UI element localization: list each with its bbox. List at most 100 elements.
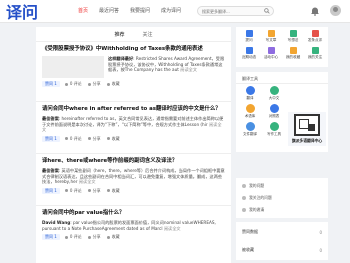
comment-icon	[64, 82, 68, 86]
share-button[interactable]: 分享	[87, 136, 101, 142]
nav-home[interactable]: 首页	[78, 7, 88, 14]
invite-icon	[242, 208, 246, 212]
bell-icon[interactable]	[310, 6, 320, 16]
feed-item-title[interactable]: 译here、there或where等作前缀的副词含义及译法？	[42, 158, 225, 165]
link-label: 我的邀请	[249, 207, 265, 212]
avatar[interactable]	[330, 5, 341, 16]
feed-item-actions: 赞同 1 0 评论 分享 收藏	[42, 133, 225, 145]
star-icon	[106, 137, 110, 141]
read-more-link[interactable]: 阅读全文	[180, 67, 197, 72]
tool-file-translate[interactable]: 文件翻译	[238, 122, 262, 137]
qr-title: 旗派多语翻译中心	[291, 138, 323, 143]
quick-favorites[interactable]: 我的收藏	[282, 47, 304, 64]
read-more-link[interactable]: 阅读全文	[79, 179, 96, 184]
tool-label: 写作工具	[267, 132, 281, 136]
upvote-button[interactable]: 赞同 1	[42, 135, 60, 142]
tab-follow[interactable]: 关注	[143, 31, 153, 41]
logo[interactable]: 译问	[5, 1, 41, 22]
share-icon	[87, 235, 91, 239]
upvote-button[interactable]: 赞同 1	[42, 234, 60, 241]
nav-join[interactable]: 成为译问	[161, 7, 181, 14]
qr-panel: 旗派多语翻译中心	[288, 112, 326, 146]
favorite-label: 收藏	[111, 135, 120, 141]
quick-label: 活动中心	[263, 55, 279, 59]
favorite-button[interactable]: 收藏	[106, 81, 120, 87]
quick-ask[interactable]: 提问	[238, 30, 260, 47]
stat-saved: 被收藏 0	[236, 240, 328, 260]
comment-button[interactable]: 0 评论	[64, 136, 82, 142]
quick-events[interactable]: 活动中心	[260, 47, 282, 64]
favorite-label: 收藏	[111, 81, 120, 86]
share-label: 分享	[92, 187, 101, 193]
share-label: 分享	[92, 234, 101, 240]
tool-chinese[interactable]: 大中文	[262, 86, 286, 101]
link-label: 我关注的问题	[249, 195, 272, 200]
nav-recent[interactable]: 最近问答	[99, 7, 119, 14]
feed-item-author[interactable]: David Wang	[42, 220, 70, 225]
tool-writing[interactable]: 写作工具	[262, 122, 286, 137]
comment-button[interactable]: 0 评论	[64, 81, 82, 87]
comment-button[interactable]: 0 评论	[64, 234, 82, 240]
quick-recent[interactable]: 近期动态	[238, 47, 260, 64]
book-icon	[269, 86, 279, 95]
upvote-button[interactable]: 赞同 1	[42, 187, 60, 194]
bulb-icon	[289, 30, 297, 37]
feed-tabs: 推荐 关注	[36, 27, 231, 42]
tool-termbase[interactable]: 术语库	[238, 104, 262, 119]
top-header: 译问 首页 最近问答 我要提问 成为译问	[0, 0, 350, 23]
quick-write[interactable]: 写文章	[260, 30, 282, 47]
followed-questions-link[interactable]: 我关注的问题	[236, 190, 328, 202]
share-button[interactable]: 分享	[87, 187, 101, 194]
feed-item: 《受限股票授予协议》中Withholding of Taxes条款的通用表述 这…	[36, 42, 231, 102]
feed-item-title[interactable]: 请问合同中where in after referred to as翻译时应该的…	[42, 106, 225, 113]
share-button[interactable]: 分享	[87, 234, 101, 240]
favorite-button[interactable]: 收藏	[106, 135, 120, 142]
table-icon	[269, 104, 279, 113]
share-button[interactable]: 分享	[87, 81, 101, 87]
search-input[interactable]	[202, 8, 262, 15]
star-icon	[289, 47, 297, 54]
quick-actions: 提问 写文章 写想法 发条点评 近期动态 活动中心 我的收藏 我的关注	[236, 27, 328, 67]
invitations-link[interactable]: 我的邀请	[236, 202, 328, 214]
pen-icon	[267, 30, 275, 37]
qr-code[interactable]	[294, 114, 320, 136]
my-questions-link[interactable]: 我的问题	[236, 178, 328, 190]
feed-item-actions: 赞同 1 0 评论 分享 收藏	[42, 231, 225, 243]
quick-idea[interactable]: 写想法	[282, 30, 304, 47]
quick-review[interactable]: 发条点评	[304, 30, 326, 47]
feed-item-author[interactable]: 这样翻译最好	[108, 56, 133, 61]
tool-label: 大中文	[268, 96, 280, 100]
search-icon[interactable]	[264, 8, 270, 14]
favorite-button[interactable]: 收藏	[106, 234, 120, 240]
quick-following[interactable]: 我的关注	[304, 47, 326, 64]
quick-label: 写文章	[265, 38, 277, 42]
translation-tools: 翻译工具 翻译 大中文 术语库 对照表 文件翻译 写作工具 旗派多语翻译中心	[236, 72, 328, 152]
nav-ask[interactable]: 我要提问	[130, 7, 150, 14]
translate-icon	[245, 86, 255, 95]
tool-translate[interactable]: 翻译	[238, 86, 262, 101]
feed-item-author[interactable]: 最佳答案	[42, 116, 59, 121]
comment-icon	[64, 137, 68, 141]
quick-label: 写想法	[287, 38, 299, 42]
share-icon	[87, 189, 91, 193]
feed-item-thumbnail[interactable]	[42, 56, 104, 78]
search-box	[197, 6, 274, 16]
upvote-button[interactable]: 赞同 1	[42, 81, 60, 87]
tool-glossary[interactable]: 对照表	[262, 104, 286, 119]
favorite-label: 收藏	[111, 187, 120, 193]
comment-button[interactable]: 0 评论	[64, 187, 82, 194]
feed-item-author[interactable]: 最佳答案	[42, 168, 59, 173]
comment-label: 0 评论	[69, 187, 82, 193]
feed-item-title[interactable]: 《受限股票授予协议》中Withholding of Taxes条款的通用表述	[42, 46, 225, 53]
tool-label: 翻译	[246, 96, 254, 100]
follow-icon	[242, 196, 246, 200]
read-more-link[interactable]: 阅读全文	[164, 226, 181, 231]
feed-item-title[interactable]: 请问合同中的par value指什么？	[42, 210, 225, 217]
feed-item-excerpt: 英语中某些副词（here，there，where等）后合并介词构成，当局作一个词…	[42, 168, 225, 185]
feed-item-actions: 赞同 1 0 评论 分享 收藏	[42, 78, 225, 90]
database-icon	[245, 104, 255, 113]
favorite-button[interactable]: 收藏	[106, 187, 120, 194]
feed-item-excerpt: hereinafter referred to as，英文合同常见表达，通常指需…	[42, 116, 224, 127]
tab-recommend[interactable]: 推荐	[114, 31, 124, 41]
main-nav: 首页 最近问答 我要提问 成为译问	[78, 7, 192, 14]
